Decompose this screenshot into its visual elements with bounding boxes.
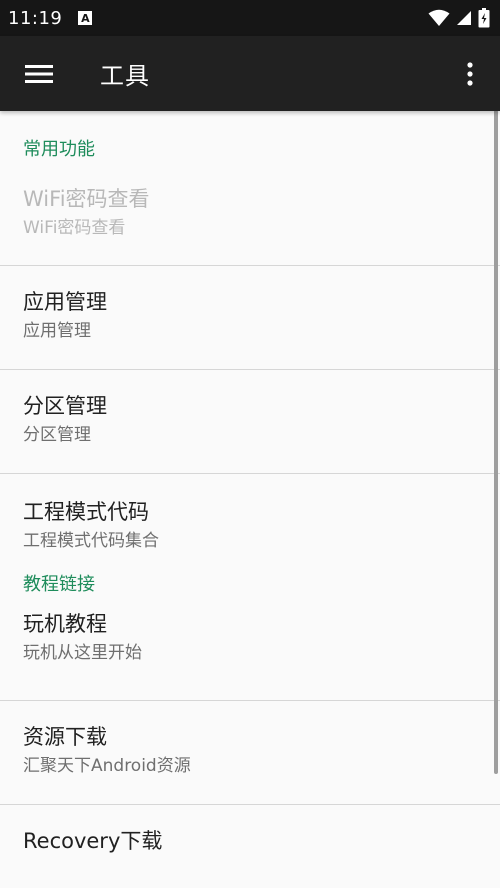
wifi-icon: [428, 9, 450, 26]
section-header-common: 常用功能: [23, 139, 95, 160]
item-subtitle: 汇聚天下Android资源: [23, 756, 191, 776]
list-item-wifi-password[interactable]: WiFi密码查看 WiFi密码查看: [0, 161, 500, 265]
item-subtitle: 玩机从这里开始: [23, 643, 142, 663]
status-bar: 11:19 A: [0, 0, 500, 36]
status-icons: [428, 8, 490, 28]
item-title: Recovery下载: [23, 829, 163, 853]
app-bar: 工具: [0, 36, 500, 111]
app-title: 工具: [100, 62, 150, 90]
item-subtitle: 分区管理: [23, 425, 91, 445]
battery-icon: [478, 8, 490, 28]
item-title: 资源下载: [23, 725, 107, 749]
section-header-tutorials: 教程链接: [23, 574, 95, 595]
list-item-app-management[interactable]: 应用管理 应用管理: [0, 266, 500, 369]
settings-list: 常用功能 WiFi密码查看 WiFi密码查看 应用管理 应用管理 分区管理 分区…: [0, 111, 500, 865]
list-item-resource-download[interactable]: 资源下载 汇聚天下Android资源: [0, 701, 500, 804]
item-title: WiFi密码查看: [23, 187, 150, 211]
list-item-tutorials[interactable]: 玩机教程 玩机从这里开始: [0, 596, 500, 700]
list-item-partition-management[interactable]: 分区管理 分区管理: [0, 370, 500, 473]
scrollbar[interactable]: [494, 110, 498, 774]
status-time: 11:19: [8, 7, 63, 29]
list-item-recovery-download[interactable]: Recovery下载: [0, 805, 500, 865]
item-title: 工程模式代码: [23, 500, 149, 524]
signal-icon: [457, 11, 471, 25]
hamburger-menu-icon: [25, 64, 53, 83]
overflow-menu-button[interactable]: [440, 36, 500, 111]
list-item-engineering-codes[interactable]: 工程模式代码 工程模式代码集合: [0, 474, 500, 556]
item-subtitle: WiFi密码查看: [23, 218, 126, 238]
notification-a-icon: A: [78, 11, 93, 25]
item-title: 玩机教程: [23, 612, 107, 636]
item-subtitle: 应用管理: [23, 321, 91, 341]
menu-button[interactable]: [0, 36, 78, 111]
item-subtitle: 工程模式代码集合: [23, 531, 159, 551]
item-title: 应用管理: [23, 290, 107, 314]
more-vert-icon: [467, 61, 473, 86]
item-title: 分区管理: [23, 394, 107, 418]
